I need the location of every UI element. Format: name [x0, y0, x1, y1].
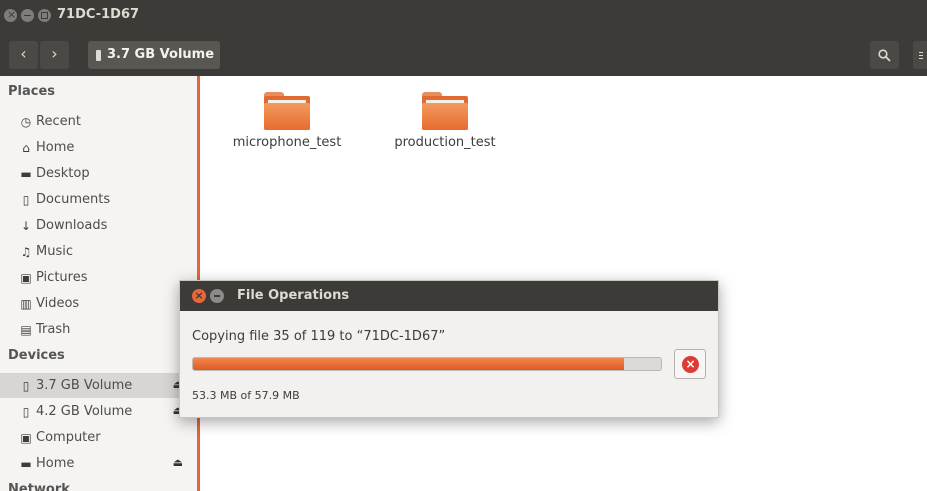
computer-icon: ▣	[20, 430, 32, 445]
trash-icon: ▤	[20, 322, 32, 337]
window-close-button[interactable]	[4, 8, 17, 22]
usb-drive-icon: ▯	[22, 404, 30, 419]
eject-icon[interactable]: ⏏	[173, 456, 183, 469]
sidebar-item-3-7gb-volume[interactable]: ▯ 3.7 GB Volume ⏏	[0, 373, 197, 398]
file-operations-dialog: × File Operations Copying file 35 of 119…	[179, 280, 719, 418]
window-title: 71DC-1D67	[57, 7, 140, 22]
home-icon: ⌂	[22, 140, 30, 155]
path-bar-button[interactable]: 3.7 GB Volume	[88, 41, 221, 69]
sidebar-item-label: Home	[36, 456, 75, 471]
sidebar-item-label: Recent	[36, 114, 81, 129]
sidebar-item-label: Desktop	[36, 166, 90, 181]
folder-item[interactable]: production_test	[375, 92, 515, 150]
sidebar-item-label: Computer	[36, 430, 101, 445]
sidebar-item-label: Documents	[36, 192, 111, 207]
back-button[interactable]: ‹	[9, 41, 38, 69]
hamburger-icon	[919, 52, 923, 53]
window-maximize-button[interactable]	[38, 9, 51, 22]
sidebar: Places ◷ Recent ⌂ Home ▬ Desktop ▯ Docum…	[0, 76, 197, 491]
sidebar-item-documents[interactable]: ▯ Documents	[0, 187, 197, 212]
cancel-copy-button[interactable]: ×	[674, 349, 706, 379]
search-icon	[878, 48, 891, 62]
sidebar-item-label: Downloads	[36, 218, 108, 233]
window-titlebar: 71DC-1D67	[0, 0, 927, 36]
sidebar-item-label: Trash	[36, 322, 71, 337]
toolbar: ‹ › 3.7 GB Volume	[0, 36, 927, 76]
search-button[interactable]	[870, 41, 899, 69]
sidebar-item-desktop[interactable]: ▬ Desktop	[0, 161, 197, 186]
folder-icon: ▬	[20, 166, 32, 181]
places-header: Places	[8, 84, 56, 99]
folder-item[interactable]: microphone_test	[217, 92, 357, 150]
folder-icon	[264, 92, 310, 130]
sidebar-item-label: Pictures	[36, 270, 88, 285]
sidebar-item-label: Home	[36, 140, 75, 155]
sidebar-item-music[interactable]: ♫ Music	[0, 239, 197, 264]
progress-fill	[193, 358, 624, 370]
dialog-minimize-button[interactable]	[210, 289, 224, 303]
folder-icon	[422, 92, 468, 130]
sidebar-item-videos[interactable]: ▥ Videos	[0, 291, 197, 316]
sidebar-item-label: 4.2 GB Volume	[36, 404, 133, 419]
document-icon: ▯	[22, 192, 30, 207]
folder-name: production_test	[394, 135, 496, 150]
sidebar-item-home-drive[interactable]: ▬ Home ⏏	[0, 451, 197, 476]
camera-icon: ▣	[20, 270, 32, 285]
dialog-titlebar: × File Operations	[180, 281, 718, 311]
sidebar-item-4-2gb-volume[interactable]: ▯ 4.2 GB Volume ⏏	[0, 399, 197, 424]
chevron-left-icon: ‹	[20, 44, 27, 63]
chevron-right-icon: ›	[51, 44, 58, 63]
sidebar-item-recent[interactable]: ◷ Recent	[0, 109, 197, 134]
sidebar-item-downloads[interactable]: ↓ Downloads	[0, 213, 197, 238]
dialog-close-button[interactable]: ×	[192, 289, 206, 303]
sidebar-item-label: 3.7 GB Volume	[36, 378, 133, 393]
sidebar-item-label: Music	[36, 244, 73, 259]
path-label: 3.7 GB Volume	[107, 47, 215, 62]
sidebar-item-trash[interactable]: ▤ Trash	[0, 317, 197, 342]
folder-name: microphone_test	[232, 135, 342, 150]
drive-icon: ▬	[20, 456, 32, 471]
copy-size-text: 53.3 MB of 57.9 MB	[192, 389, 300, 402]
window-minimize-button[interactable]	[21, 9, 34, 22]
download-icon: ↓	[20, 218, 32, 233]
dialog-title: File Operations	[237, 288, 350, 303]
film-icon: ▥	[20, 296, 32, 311]
copy-status-text: Copying file 35 of 119 to “71DC-1D67”	[192, 329, 446, 344]
usb-drive-icon: ▯	[22, 378, 30, 393]
copy-progress-bar	[192, 357, 662, 371]
network-header: Network	[8, 482, 70, 491]
cancel-icon: ×	[682, 356, 699, 373]
sidebar-item-computer[interactable]: ▣ Computer	[0, 425, 197, 450]
usb-drive-icon	[96, 49, 101, 61]
sidebar-item-label: Videos	[36, 296, 80, 311]
sidebar-item-pictures[interactable]: ▣ Pictures	[0, 265, 197, 290]
sidebar-item-home[interactable]: ⌂ Home	[0, 135, 197, 160]
forward-button[interactable]: ›	[40, 41, 69, 69]
music-icon: ♫	[20, 244, 32, 259]
menu-button[interactable]	[913, 41, 927, 69]
devices-header: Devices	[8, 348, 65, 363]
clock-icon: ◷	[20, 114, 32, 129]
